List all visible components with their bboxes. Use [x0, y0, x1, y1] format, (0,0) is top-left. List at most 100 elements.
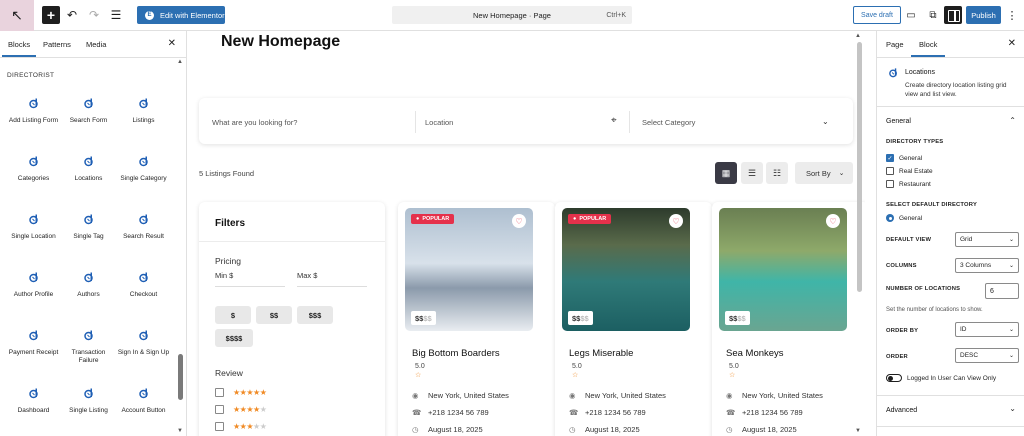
more-icon[interactable]: ⋮: [1006, 5, 1018, 25]
block-item[interactable]: Search Form: [61, 95, 116, 153]
listing-card[interactable]: ● POPULAR ♡ $$ $$ Big Bottom Boarders 5.0 ☆ ◉ New…: [398, 202, 555, 436]
directory-type-checkbox[interactable]: Real Estate: [886, 167, 933, 175]
directory-type-checkbox[interactable]: ✓ General: [886, 154, 922, 162]
scroll-up-icon[interactable]: ▲: [855, 33, 861, 39]
location-input[interactable]: Location: [425, 118, 453, 127]
favorite-heart-icon[interactable]: ♡: [669, 214, 683, 228]
chevron-down-icon[interactable]: ⌄: [822, 117, 829, 126]
default-directory-radio[interactable]: General: [886, 214, 922, 222]
price-chip[interactable]: $$$: [297, 306, 333, 324]
favorite-heart-icon[interactable]: ♡: [826, 214, 840, 228]
block-item[interactable]: Locations: [61, 153, 116, 211]
add-block-button[interactable]: +: [42, 6, 60, 24]
block-item[interactable]: Single Location: [6, 211, 61, 269]
listing-image[interactable]: ♡ $$ $$: [719, 208, 847, 331]
locate-icon[interactable]: ⌖: [611, 115, 617, 126]
block-label: Add Listing Form: [8, 117, 59, 124]
listing-card[interactable]: ♡ $$ $$ Sea Monkeys 5.0 ☆ ◉ New York, United St…: [712, 202, 865, 436]
redo-icon[interactable]: ↷: [86, 5, 102, 25]
logged-in-only-toggle[interactable]: Logged In User Can View Only: [886, 374, 996, 382]
columns-select[interactable]: 3 Columns ⌄: [955, 258, 1019, 273]
block-item[interactable]: Single Tag: [61, 211, 116, 269]
undo-icon[interactable]: ↶: [64, 5, 80, 25]
save-draft-button[interactable]: Save draft: [853, 6, 901, 24]
block-item[interactable]: Listings: [116, 95, 171, 153]
category-select[interactable]: Select Category: [642, 118, 695, 127]
block-item[interactable]: Sign In & Sign Up: [116, 327, 171, 385]
tab-page[interactable]: Page: [886, 40, 904, 49]
grid-view-button[interactable]: ▦: [715, 162, 737, 184]
block-item[interactable]: Single Listing: [61, 385, 116, 436]
tab-block[interactable]: Block: [910, 40, 946, 57]
listing-title[interactable]: Legs Miserable: [569, 348, 633, 359]
edit-with-elementor-button[interactable]: E Edit with Elementor: [137, 6, 225, 24]
scroll-down-icon[interactable]: ▼: [855, 428, 861, 434]
settings-icon[interactable]: [944, 6, 962, 24]
command-shortcut: Ctrl+K: [606, 11, 626, 19]
listing-title[interactable]: Big Bottom Boarders: [412, 348, 500, 359]
phone-icon: ☎: [412, 408, 422, 417]
sort-by-dropdown[interactable]: Sort By ⌄: [795, 162, 853, 184]
block-item[interactable]: Search Result: [116, 211, 171, 269]
block-item[interactable]: Authors: [61, 269, 116, 327]
keyword-input[interactable]: What are you looking for?: [212, 118, 297, 127]
price-inactive: $$: [423, 313, 432, 323]
wordpress-back-icon[interactable]: ↖: [0, 0, 34, 31]
price-chip[interactable]: $$$$: [215, 329, 253, 347]
block-item[interactable]: Categories: [6, 153, 61, 211]
general-panel-toggle[interactable]: General: [886, 118, 911, 125]
max-price-input[interactable]: Max $: [297, 271, 317, 280]
listing-image[interactable]: ● POPULAR ♡ $$ $$: [405, 208, 533, 331]
close-icon[interactable]: ✕: [1008, 38, 1016, 49]
preview-icon[interactable]: ⧉: [925, 5, 941, 25]
block-item[interactable]: Transaction Failure: [61, 327, 116, 385]
review-filter-option[interactable]: ★★★★★: [215, 403, 267, 415]
listing-card[interactable]: ● POPULAR ♡ $$ $$ Legs Miserable 5.0 ☆ ◉ New York…: [555, 202, 712, 436]
scroll-up-icon[interactable]: ▲: [177, 59, 183, 65]
scroll-down-icon[interactable]: ▼: [177, 428, 183, 434]
close-icon[interactable]: ✕: [168, 38, 176, 49]
review-filter-option[interactable]: ★★★★★: [215, 386, 267, 398]
review-filter-option[interactable]: ★★★★★: [215, 420, 267, 432]
advanced-panel-toggle[interactable]: Advanced: [886, 407, 917, 414]
price-chip[interactable]: $$: [256, 306, 292, 324]
meta-text: +218 1234 56 789: [585, 408, 646, 417]
block-item[interactable]: Author Profile: [6, 269, 61, 327]
block-item[interactable]: Checkout: [116, 269, 171, 327]
price-chip[interactable]: $: [215, 306, 251, 324]
publish-button[interactable]: Publish: [966, 6, 1001, 24]
block-item[interactable]: Account Button: [116, 385, 171, 436]
order-by-select[interactable]: ID ⌄: [955, 322, 1019, 337]
listing-image[interactable]: ● POPULAR ♡ $$ $$: [562, 208, 690, 331]
checkbox[interactable]: [215, 387, 224, 397]
scrollbar-thumb[interactable]: [857, 42, 862, 292]
block-item[interactable]: Add Listing Form: [6, 95, 61, 153]
min-price-input[interactable]: Min $: [215, 271, 233, 280]
directorist-icon: [83, 387, 95, 399]
list-view-button[interactable]: ☰: [741, 162, 763, 184]
list-view-icon[interactable]: ☰: [108, 5, 124, 25]
checkbox[interactable]: [215, 421, 224, 431]
document-title-bar[interactable]: New Homepage · Page Ctrl+K: [392, 6, 632, 24]
listing-title[interactable]: Sea Monkeys: [726, 348, 784, 359]
chevron-up-icon[interactable]: ⌃: [1009, 116, 1016, 125]
desktop-view-icon[interactable]: ▭: [903, 5, 919, 25]
scrollbar-thumb[interactable]: [178, 354, 183, 400]
order-select[interactable]: DESC ⌄: [955, 348, 1019, 363]
block-item[interactable]: Single Category: [116, 153, 171, 211]
default-view-select[interactable]: Grid ⌄: [955, 232, 1019, 247]
block-item[interactable]: Payment Receipt: [6, 327, 61, 385]
favorite-heart-icon[interactable]: ♡: [512, 214, 526, 228]
tab-blocks[interactable]: Blocks: [1, 40, 37, 57]
checkbox[interactable]: [215, 404, 224, 414]
map-view-button[interactable]: ☷: [766, 162, 788, 184]
directory-type-checkbox[interactable]: Restaurant: [886, 180, 931, 188]
chevron-down-icon[interactable]: ⌄: [1009, 404, 1016, 413]
block-item[interactable]: Dashboard: [6, 385, 61, 436]
tab-media[interactable]: Media: [86, 40, 106, 49]
tab-patterns[interactable]: Patterns: [43, 40, 71, 49]
directorist-icon: [138, 155, 150, 167]
page-title[interactable]: New Homepage: [221, 33, 340, 51]
directorist-icon: [28, 387, 40, 399]
number-of-locations-input[interactable]: 6: [985, 283, 1019, 299]
